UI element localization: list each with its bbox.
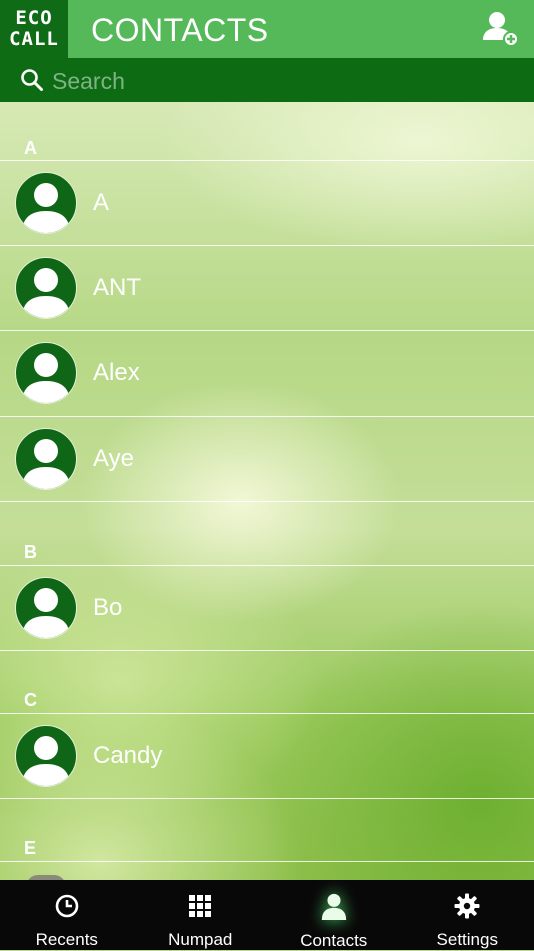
- section-header-a: A: [24, 138, 37, 159]
- contact-row[interactable]: A: [0, 161, 534, 245]
- avatar-icon: [15, 725, 77, 787]
- nav-label: Contacts: [300, 931, 367, 951]
- clock-icon: [53, 892, 81, 919]
- avatar-icon: [15, 428, 77, 490]
- section-header-c: C: [24, 690, 37, 711]
- nav-contacts[interactable]: Contacts: [267, 880, 401, 950]
- contact-row[interactable]: ANT: [0, 246, 534, 330]
- search-input[interactable]: [50, 66, 514, 96]
- avatar-icon: [15, 577, 77, 639]
- bottom-nav: Recents Numpad Contacts: [0, 880, 534, 950]
- avatar-icon: [15, 172, 77, 234]
- contact-name: Candy: [93, 742, 162, 770]
- divider: [0, 501, 534, 502]
- divider: [0, 798, 534, 799]
- contact-row[interactable]: Bo: [0, 566, 534, 650]
- avatar-icon: [15, 342, 77, 404]
- contact-name: Bo: [93, 594, 122, 622]
- section-header-b: B: [24, 542, 37, 563]
- add-contact-icon[interactable]: [480, 8, 522, 50]
- gear-icon: [453, 892, 481, 919]
- logo-line2: CALL: [9, 29, 59, 50]
- grid-icon: [186, 892, 214, 919]
- nav-label: Recents: [36, 930, 98, 950]
- page-title: CONTACTS: [91, 12, 269, 49]
- nav-recents[interactable]: Recents: [0, 880, 134, 950]
- logo-line1: ECO: [15, 8, 52, 29]
- contact-row[interactable]: Candy: [0, 714, 534, 798]
- nav-label: Settings: [437, 930, 498, 950]
- contact-name: ANT: [93, 274, 141, 302]
- search-icon: [20, 68, 44, 92]
- search-bar: [0, 58, 534, 102]
- divider: [0, 650, 534, 651]
- eco-call-logo: ECO CALL: [0, 0, 68, 58]
- contact-name: Alex: [93, 359, 140, 387]
- app-header: ECO CALL CONTACTS: [0, 0, 534, 58]
- contact-row[interactable]: Aye: [0, 417, 534, 501]
- nav-numpad[interactable]: Numpad: [134, 880, 268, 950]
- contact-row[interactable]: Alex: [0, 331, 534, 415]
- contact-name: Aye: [93, 445, 134, 473]
- avatar-icon: [15, 257, 77, 319]
- section-header-e: E: [24, 838, 36, 859]
- contact-list[interactable]: A A ANT Alex Aye B Bo C: [0, 102, 534, 880]
- contact-name: A: [93, 189, 109, 217]
- nav-settings[interactable]: Settings: [401, 880, 534, 950]
- person-icon: [320, 892, 348, 920]
- nav-label: Numpad: [168, 930, 232, 950]
- divider: [0, 861, 534, 862]
